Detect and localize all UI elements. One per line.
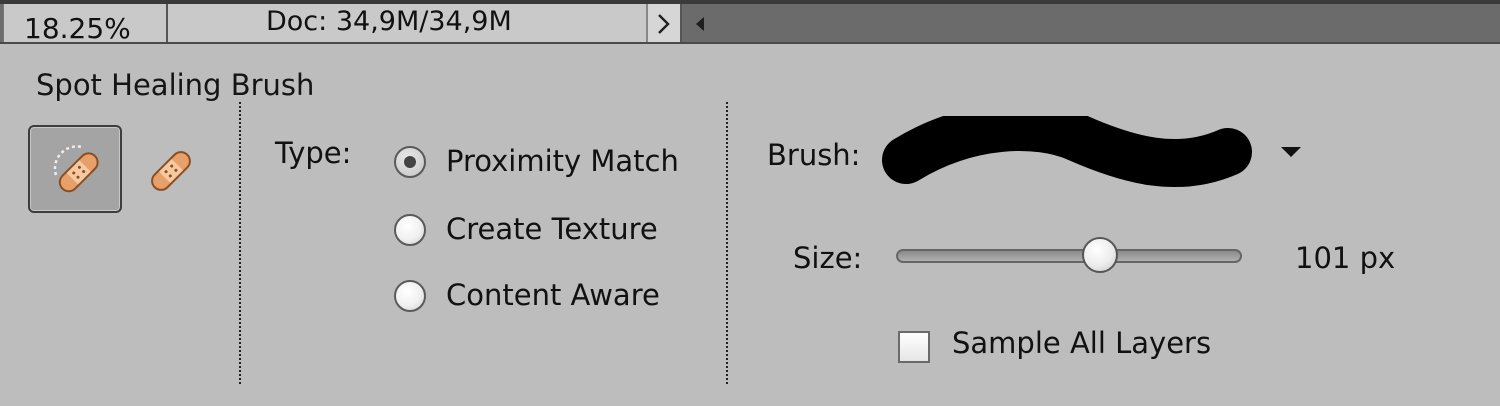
healing-brush-icon: [151, 151, 191, 191]
brush-stroke-preview[interactable]: [878, 116, 1262, 202]
tool-title: Spot Healing Brush: [36, 68, 315, 102]
triangle-down-icon[interactable]: [1276, 142, 1306, 162]
radio-label-create-texture: Create Texture: [446, 212, 658, 246]
sample-all-layers-label: Sample All Layers: [952, 326, 1212, 360]
status-expand-button[interactable]: [646, 4, 680, 42]
document-size-text: Doc: 34,9M/34,9M: [266, 6, 512, 37]
size-label: Size:: [793, 241, 863, 275]
sample-all-layers-checkbox[interactable]: [898, 331, 930, 363]
size-slider-thumb[interactable]: [1082, 237, 1119, 273]
brush-label: Brush:: [767, 138, 861, 172]
type-label: Type:: [275, 136, 352, 170]
zoom-level-field[interactable]: 18.25%: [3, 4, 168, 45]
status-bar: 18.25% Doc: 34,9M/34,9M: [0, 0, 1500, 45]
radio-proximity-match[interactable]: [394, 146, 426, 178]
tool-options-panel: Spot Healing Brush Type: Proximity Match…: [0, 44, 1500, 406]
separator-2: [726, 102, 728, 384]
radio-label-content-aware: Content Aware: [446, 278, 660, 312]
chevron-right-icon: [658, 14, 670, 34]
size-slider-track[interactable]: [896, 249, 1242, 263]
radio-content-aware[interactable]: [394, 280, 426, 312]
horizontal-scrollbar[interactable]: [680, 4, 1500, 42]
radio-label-proximity-match: Proximity Match: [446, 144, 679, 178]
separator-1: [239, 102, 241, 384]
document-info: Doc: 34,9M/34,9M: [168, 4, 646, 42]
size-value: 101 px: [1295, 241, 1396, 275]
spot-healing-brush-tool-button[interactable]: [28, 125, 122, 213]
radio-create-texture[interactable]: [394, 214, 426, 246]
spot-healing-brush-icon: [53, 145, 99, 193]
triangle-left-icon[interactable]: [694, 16, 706, 32]
healing-brush-tool-button[interactable]: [126, 127, 216, 211]
zoom-level-text: 18.25%: [24, 12, 131, 45]
